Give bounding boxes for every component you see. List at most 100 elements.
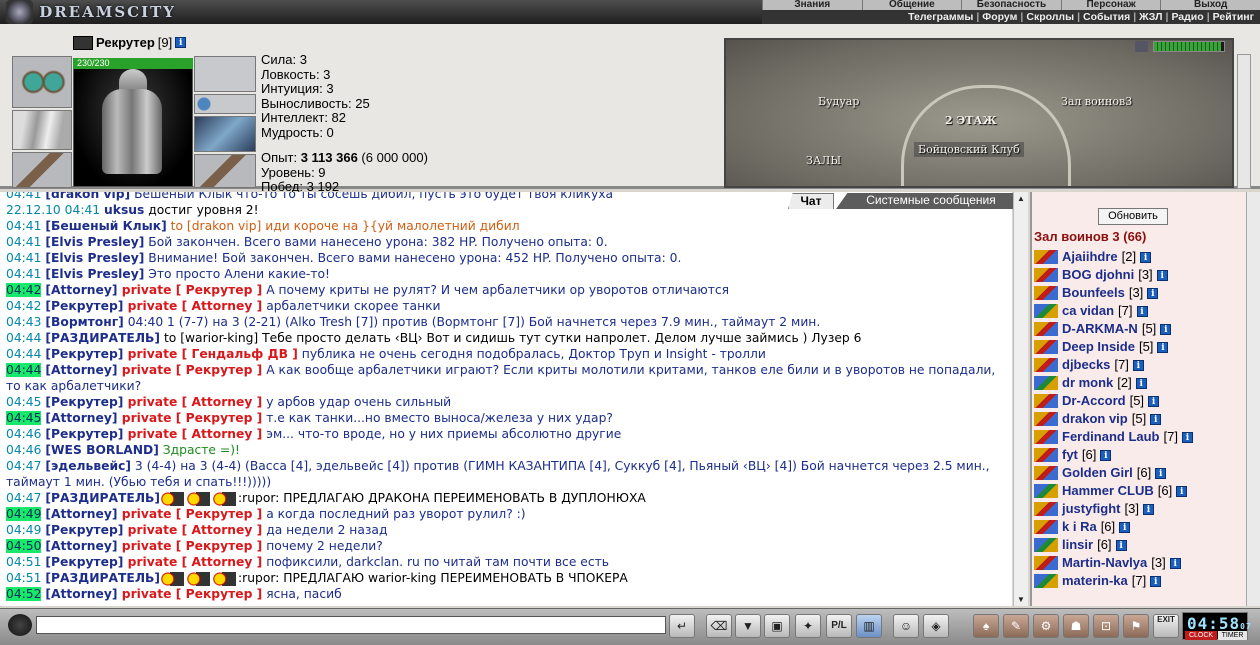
clan-chat-icon[interactable]: ◈ xyxy=(923,614,949,638)
timer-label[interactable]: TIMER xyxy=(1218,631,1247,640)
chat-nick[interactable]: [Рекрутер] xyxy=(45,427,123,441)
chat-nick[interactable]: [РАЗДИРАТЕЛЬ] xyxy=(45,491,160,505)
chat-private-target[interactable]: private [ Рекрутер ] xyxy=(118,411,263,425)
user-row[interactable]: linsir [6] i xyxy=(1034,536,1239,554)
refresh-button[interactable]: Обновить xyxy=(1098,208,1168,225)
user-name[interactable]: dr monk xyxy=(1062,374,1113,392)
chat-nick[interactable]: uksus xyxy=(104,203,144,217)
submenu-scrolls[interactable]: Скроллы xyxy=(1026,11,1074,23)
user-info-icon[interactable]: i xyxy=(1140,251,1152,263)
user-name[interactable]: fyt xyxy=(1062,446,1078,464)
chat-time[interactable]: 22.12.10 04:41 xyxy=(6,203,100,217)
clock-label[interactable]: CLOCK xyxy=(1185,631,1217,640)
chat-time[interactable]: 04:41 xyxy=(6,192,41,201)
fight-icon[interactable]: ✦ xyxy=(795,614,821,638)
user-row[interactable]: Bounfeels [3] i xyxy=(1034,284,1239,302)
chat-nick[interactable]: [РАЗДИРАТЕЛЬ] xyxy=(45,571,160,585)
user-info-icon[interactable]: i xyxy=(1100,449,1112,461)
chat-time[interactable]: 04:41 xyxy=(6,251,41,265)
send-icon[interactable]: ↵ xyxy=(669,614,695,638)
slot-goggles-icon[interactable] xyxy=(12,56,72,108)
tab-chat[interactable]: Чат xyxy=(788,193,834,209)
chat-time[interactable]: 04:49 xyxy=(6,507,42,521)
chat-nick[interactable]: [Attorney] xyxy=(45,411,117,425)
chat-time[interactable]: 04:42 xyxy=(6,283,42,297)
slot-bracers-icon[interactable] xyxy=(12,110,72,150)
user-row[interactable]: dr monk [2] i xyxy=(1034,374,1239,392)
user-info-icon[interactable]: i xyxy=(1119,521,1131,533)
chat-nick[interactable]: [drakon vip] xyxy=(45,192,130,201)
chat-time[interactable]: 04:47 xyxy=(6,459,41,473)
chat-private-target[interactable]: private [ Рекрутер ] xyxy=(118,507,263,521)
bag-icon[interactable]: ♠ xyxy=(973,614,999,638)
scroll-icon[interactable]: ✎ xyxy=(1003,614,1029,638)
user-row[interactable]: drakon vip [5] i xyxy=(1034,410,1239,428)
chat-private-target[interactable]: private [ Attorney ] xyxy=(123,523,263,537)
user-row[interactable]: Ajaiihdre [2] i xyxy=(1034,248,1239,266)
user-info-icon[interactable]: i xyxy=(1135,377,1147,389)
chat-nick[interactable]: [Рекрутер] xyxy=(45,523,123,537)
submenu-radio[interactable]: Радио xyxy=(1171,11,1203,23)
chat-time[interactable]: 04:44 xyxy=(6,331,41,345)
slot-rings-icon[interactable] xyxy=(194,56,256,92)
map-settings-icon[interactable] xyxy=(1135,41,1148,52)
chat-nick[interactable]: [Attorney] xyxy=(45,539,117,553)
chat-private-target[interactable]: private [ Рекрутер ] xyxy=(118,283,263,297)
chat-nick[interactable]: [Рекрутер] xyxy=(45,555,123,569)
gear-icon[interactable]: ⚙ xyxy=(1033,614,1059,638)
menu-security[interactable]: Безопасность xyxy=(961,0,1061,10)
chat-time[interactable]: 04:46 xyxy=(6,443,41,457)
user-info-icon[interactable]: i xyxy=(1136,305,1148,317)
clear-icon[interactable]: ⌫ xyxy=(706,614,732,638)
avatar[interactable] xyxy=(73,58,193,187)
user-name[interactable]: Martin-Navlya xyxy=(1062,554,1147,572)
chat-private-target[interactable]: private [ Attorney ] xyxy=(123,555,263,569)
chat-time[interactable]: 04:41 xyxy=(6,219,41,233)
slot-amulet-icon[interactable] xyxy=(194,94,256,114)
user-name[interactable]: drakon vip xyxy=(1062,410,1128,428)
menu-communication[interactable]: Общение xyxy=(861,0,962,10)
chat-private-target[interactable]: private [ Гендальф ДВ ] xyxy=(123,347,298,361)
submenu-zhzl[interactable]: ЖЗЛ xyxy=(1139,11,1162,23)
user-name[interactable]: BOG djohni xyxy=(1062,266,1134,284)
submenu-telegrams[interactable]: Телеграммы xyxy=(908,11,973,23)
clan-icon[interactable] xyxy=(73,35,93,50)
user-info-icon[interactable]: i xyxy=(1148,395,1160,407)
room-boudoir[interactable]: Будуар xyxy=(818,95,859,108)
submenu-rating[interactable]: Рейтинг xyxy=(1213,11,1254,23)
chat-private-target[interactable]: private [ Attorney ] xyxy=(123,395,263,409)
user-info-icon[interactable]: i xyxy=(1157,341,1169,353)
user-row[interactable]: Deep Inside [5] i xyxy=(1034,338,1239,356)
user-name[interactable]: justyfight xyxy=(1062,500,1121,518)
user-row[interactable]: fyt [6] i xyxy=(1034,446,1239,464)
chat-nick[interactable]: [Рекрутер] xyxy=(45,299,123,313)
user-name[interactable]: Deep Inside xyxy=(1062,338,1135,356)
chat-mode-icon[interactable] xyxy=(8,614,32,636)
chat-private-target[interactable]: private [ Рекрутер ] xyxy=(118,539,263,553)
chat-time[interactable]: 04:44 xyxy=(6,363,42,377)
user-info-icon[interactable]: i xyxy=(1115,539,1127,551)
chat-private-target[interactable]: private [ Attorney ] xyxy=(123,299,263,313)
tab-system-messages[interactable]: Системные сообщения xyxy=(836,193,1026,209)
chat-nick[interactable]: [Рекрутер] xyxy=(45,347,123,361)
chat-time[interactable]: 04:47 xyxy=(6,491,41,505)
chat-time[interactable]: 04:51 xyxy=(6,571,41,585)
mask-icon[interactable]: ☗ xyxy=(1063,614,1089,638)
user-name[interactable]: materin-ka xyxy=(1062,572,1128,590)
user-row[interactable]: ca vidan [7] i xyxy=(1034,302,1239,320)
user-name[interactable]: Dr-Accord xyxy=(1062,392,1126,410)
user-info-icon[interactable]: i xyxy=(1181,431,1193,443)
user-info-icon[interactable]: i xyxy=(1142,503,1154,515)
chat-time[interactable]: 04:45 xyxy=(6,395,41,409)
user-row[interactable]: k i Ra [6] i xyxy=(1034,518,1239,536)
user-name[interactable]: Golden Girl xyxy=(1062,464,1133,482)
user-row[interactable]: materin-ka [7] i xyxy=(1034,572,1239,590)
room-fight-club[interactable]: Бойцовский Клуб xyxy=(914,142,1024,157)
user-info-icon[interactable]: i xyxy=(1147,287,1159,299)
user-info-icon[interactable]: i xyxy=(1156,269,1168,281)
user-row[interactable]: Golden Girl [6] i xyxy=(1034,464,1239,482)
user-info-icon[interactable]: i xyxy=(1150,575,1162,587)
save-icon[interactable]: ▣ xyxy=(764,614,790,638)
chat-scrollbar[interactable]: ▲ ▼ xyxy=(1013,192,1028,606)
user-row[interactable]: D-ARKMA-N [5] i xyxy=(1034,320,1239,338)
